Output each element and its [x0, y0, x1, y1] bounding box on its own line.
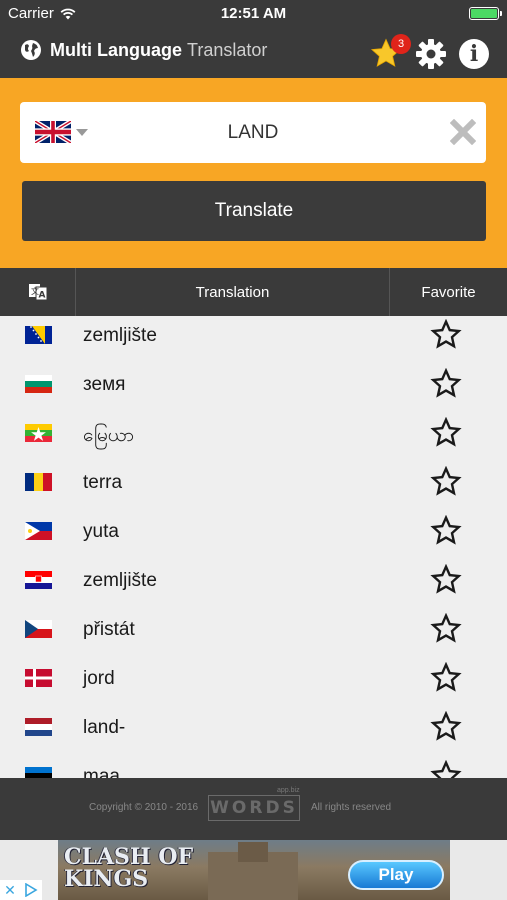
app-title: Multi Language Translator — [20, 39, 267, 61]
status-time: 12:51 AM — [220, 5, 287, 22]
favorite-star-icon[interactable] — [430, 319, 462, 351]
result-row[interactable]: jord — [0, 659, 507, 708]
results-table-header: 文 A Translation Favorite — [0, 268, 507, 316]
battery-fill — [471, 9, 497, 18]
result-row[interactable]: maa — [0, 757, 507, 778]
translation-text: land- — [83, 717, 126, 738]
globe-icon — [21, 40, 41, 60]
favorite-star-icon[interactable] — [430, 564, 462, 596]
flag-philippines-icon — [25, 522, 52, 540]
svg-text:A: A — [38, 291, 45, 301]
favorite-star-icon[interactable] — [430, 711, 462, 743]
ad-castle-image — [208, 842, 298, 900]
translation-text: zemljište — [83, 325, 157, 346]
result-row[interactable]: land- — [0, 708, 507, 757]
translation-text: přistát — [83, 619, 135, 640]
flag-czech-icon — [25, 620, 52, 638]
translation-text: မြေယာ — [83, 425, 134, 446]
flag-bulgaria-icon — [25, 375, 52, 393]
rights-text: All rights reserved — [311, 802, 392, 813]
result-row[interactable]: terra — [0, 463, 507, 512]
flag-romania-icon — [25, 473, 52, 491]
translate-icon: 文 A — [28, 284, 47, 301]
translation-column-header: Translation — [76, 268, 390, 316]
flag-croatia-icon — [25, 571, 52, 589]
ad-title: CLASH OF KINGS — [64, 846, 193, 890]
favorite-star-icon[interactable] — [430, 515, 462, 547]
flag-netherlands-icon — [25, 718, 52, 736]
flag-bosnia-icon — [25, 326, 52, 344]
favorites-button[interactable]: 3 — [369, 34, 411, 71]
results-list[interactable]: zemljište земя မြေယာ terra yuta zemljišt… — [0, 316, 507, 778]
ad-banner[interactable]: CLASH OF KINGS Play — [58, 840, 450, 900]
input-panel: LAND Translate — [0, 78, 507, 268]
footer: Copyright © 2010 - 2016 WORDS app.biz Al… — [0, 778, 507, 840]
translation-text: jord — [83, 668, 115, 689]
clear-icon[interactable] — [450, 119, 476, 145]
result-row[interactable]: မြေယာ — [0, 414, 507, 463]
words-logo: WORDS — [208, 795, 300, 821]
translation-text: terra — [83, 472, 123, 493]
status-bar: Carrier 12:51 AM — [0, 0, 507, 28]
favorite-star-icon[interactable] — [430, 417, 462, 449]
words-logo-domain: app.biz — [277, 787, 300, 794]
search-input[interactable]: LAND — [20, 122, 486, 144]
copyright-text: Copyright © 2010 - 2016 — [89, 802, 199, 813]
gear-icon[interactable] — [415, 38, 447, 70]
translation-text: maa — [83, 766, 120, 778]
ad-info-icon[interactable] — [20, 880, 42, 900]
favorite-star-icon[interactable] — [430, 760, 462, 778]
ad-choices[interactable]: ✕ — [0, 880, 42, 900]
app-title-bold: Multi Language — [50, 39, 182, 60]
favorite-star-icon[interactable] — [430, 662, 462, 694]
result-row[interactable]: земя — [0, 365, 507, 414]
ad-bar: ✕ CLASH OF KINGS Play — [0, 840, 507, 900]
translation-text: земя — [83, 374, 126, 395]
search-field[interactable]: LAND — [20, 102, 486, 163]
favorites-badge: 3 — [391, 34, 411, 54]
result-row[interactable]: zemljište — [0, 561, 507, 610]
battery-icon — [469, 7, 502, 20]
app-title-light: Translator — [187, 39, 268, 60]
translation-text: zemljište — [83, 570, 157, 591]
favorite-star-icon[interactable] — [430, 368, 462, 400]
flag-denmark-icon — [25, 669, 52, 687]
ad-close-icon[interactable]: ✕ — [0, 880, 20, 900]
flag-myanmar-icon — [25, 424, 52, 442]
info-icon[interactable]: i — [459, 39, 489, 69]
translation-text: yuta — [83, 521, 119, 542]
result-row[interactable]: přistát — [0, 610, 507, 659]
favorite-star-icon[interactable] — [430, 466, 462, 498]
nav-bar: Multi Language Translator 3 i — [0, 28, 507, 78]
language-column-header: 文 A — [0, 268, 76, 316]
result-row[interactable]: zemljište — [0, 316, 507, 365]
ad-title-line2: KINGS — [64, 866, 149, 892]
ad-title-line1: CLASH OF — [64, 844, 194, 870]
favorite-column-header: Favorite — [421, 283, 476, 301]
flag-estonia-icon — [25, 767, 52, 778]
translate-button[interactable]: Translate — [22, 181, 486, 241]
ad-play-button[interactable]: Play — [348, 860, 444, 890]
result-row[interactable]: yuta — [0, 512, 507, 561]
favorite-star-icon[interactable] — [430, 613, 462, 645]
